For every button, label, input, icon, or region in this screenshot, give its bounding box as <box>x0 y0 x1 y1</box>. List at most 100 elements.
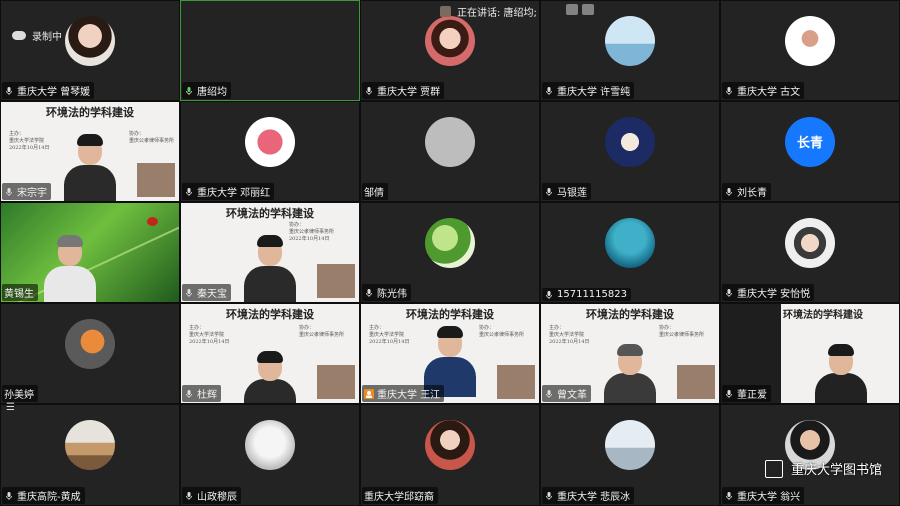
ladybug-image <box>147 217 158 226</box>
microphone-icon <box>726 86 732 95</box>
participant-tile[interactable]: 环境法的学科建设 主办： 重庆大学法学院 2022年10月14日 协办： 重庆公… <box>0 101 180 202</box>
microphone-icon <box>186 491 192 500</box>
participant-nameplate: 重庆大学 曾琴媛 <box>2 82 95 99</box>
recording-label: 录制中 <box>32 32 62 43</box>
participant-tile[interactable]: 重庆大学 邓丽红 <box>180 101 360 202</box>
participant-tile[interactable]: 环境法的学科建设 主办： 重庆大学法学院 2022年10月14日 协办： 重庆公… <box>360 303 540 404</box>
participant-tile[interactable]: 环境法的学科建设 主办： 重庆大学法学院 2022年10月14日 协办： 重庆公… <box>540 303 720 404</box>
microphone-icon <box>726 187 732 196</box>
participant-name: 重庆大学 曾琴媛 <box>17 87 91 98</box>
slide-title: 环境法的学科建设 <box>783 310 863 321</box>
participant-tile[interactable]: 重庆高院-黄成 <box>0 404 180 506</box>
participant-tile[interactable]: 15711115823 <box>540 202 720 303</box>
avatar-initials: 长青 <box>785 116 835 167</box>
slide-host-label: 主办： <box>189 325 205 331</box>
avatar <box>245 116 295 167</box>
active-speaker-banner: 正在讲话: 唐绍均; <box>440 4 537 19</box>
avatar <box>425 217 475 268</box>
participant-nameplate: 15711115823 <box>542 288 631 301</box>
slide-host: 重庆大学法学院 <box>189 332 225 338</box>
participant-tile[interactable]: 环境法的学科建设 主办： 重庆大学法学院 2022年10月14日 协办： 重庆公… <box>180 303 360 404</box>
participant-name: 唐绍均 <box>197 87 227 98</box>
layout-icon[interactable] <box>566 4 578 15</box>
microphone-icon <box>6 491 12 500</box>
slide-date: 2022年10月14日 <box>9 145 50 151</box>
participant-tile[interactable]: 重庆大学 许雪纯 <box>540 0 720 101</box>
participant-nameplate: 董正爱 <box>722 385 771 402</box>
participant-nameplate: 曾文革 <box>542 385 591 402</box>
recording-indicator[interactable]: 录制中 <box>12 28 62 43</box>
building-image <box>317 365 355 399</box>
back-icon[interactable] <box>582 4 594 15</box>
participant-tile[interactable]: 山政穆辰 <box>180 404 360 506</box>
microphone-icon <box>186 187 192 196</box>
participant-name: 重庆大学 悲辰冰 <box>557 492 631 503</box>
avatar <box>65 318 115 369</box>
participant-nameplate: 陈光伟 <box>362 284 411 301</box>
avatar <box>785 217 835 268</box>
participant-nameplate: 重庆大学 翁兴 <box>722 487 805 504</box>
participant-nameplate: 邹倩 <box>362 183 388 200</box>
participant-tile[interactable]: 重庆大学 曾琴媛 <box>0 0 180 101</box>
participant-tile[interactable]: 马银莲 <box>540 101 720 202</box>
video-grid: 重庆大学 曾琴媛 唐绍均 重庆大学 贾群 重庆大学 许雪纯 重庆大学 古文 环境… <box>0 0 900 506</box>
slide-co-label: 协办： <box>289 222 305 228</box>
watermark-text: 重庆大学图书馆 <box>790 463 882 478</box>
participant-tile[interactable]: 孙美婷 <box>0 303 180 404</box>
building-image <box>137 163 175 197</box>
microphone-icon <box>726 389 732 398</box>
participant-nameplate: 刘长青 <box>722 183 771 200</box>
microphone-icon <box>6 187 12 196</box>
cloud-icon <box>12 31 26 40</box>
participant-name: 杜辉 <box>197 390 217 401</box>
slide-date: 2022年10月14日 <box>369 339 410 345</box>
microphone-icon <box>366 288 372 297</box>
participant-nameplate: 杜辉 <box>182 385 221 402</box>
building-image <box>317 264 355 298</box>
microphone-icon <box>546 290 552 299</box>
microphone-icon <box>186 86 192 95</box>
speaking-label: 正在讲话: 唐绍均; <box>457 8 537 19</box>
participant-tile[interactable]: 环境法的学科建设 协办： 重庆公孝律师事务所 2022年10月14日 秦天宝 <box>180 202 360 303</box>
participant-tile[interactable]: 长青 刘长青 <box>720 101 900 202</box>
slide-date: 2022年10月14日 <box>549 339 590 345</box>
microphone-icon <box>546 389 552 398</box>
slide-host: 重庆大学法学院 <box>549 332 585 338</box>
participant-name: 重庆大学 安怡悦 <box>737 289 811 300</box>
avatar <box>425 15 475 66</box>
slide-co: 重庆公孝律师事务所 <box>659 332 705 338</box>
participant-tile[interactable]: 环境法的学科建设 董正爱 <box>720 303 900 404</box>
view-controls <box>566 4 594 15</box>
participant-tile[interactable]: 重庆大学 翁兴 <box>720 404 900 506</box>
avatar <box>605 15 655 66</box>
microphone-icon <box>186 288 192 297</box>
participant-tile[interactable]: 陈光伟 <box>360 202 540 303</box>
participant-tile[interactable]: 邹倩 <box>360 101 540 202</box>
participant-nameplate: 孙美婷 <box>2 385 38 402</box>
slide-host-label: 主办： <box>369 325 385 331</box>
participant-tile[interactable]: 重庆大学邱窈裔 <box>360 404 540 506</box>
participant-name: 重庆大学 古文 <box>737 87 801 98</box>
person-video <box>600 343 660 403</box>
participant-tile-active-speaker[interactable]: 唐绍均 <box>180 0 360 101</box>
avatar <box>65 15 115 66</box>
participant-name: 重庆大学 贾群 <box>377 87 441 98</box>
microphone-icon <box>546 86 552 95</box>
participant-tile[interactable]: 重庆大学 古文 <box>720 0 900 101</box>
microphone-icon <box>366 86 372 95</box>
person-video <box>40 232 100 302</box>
slide-co: 重庆公孝律师事务所 <box>479 332 525 338</box>
participant-name: 重庆大学 翁兴 <box>737 492 801 503</box>
participant-name: 重庆高院-黄成 <box>17 492 81 503</box>
participant-nameplate: 重庆大学 古文 <box>722 82 805 99</box>
microphone-icon <box>186 389 192 398</box>
list-icon[interactable]: ☰ <box>6 402 15 413</box>
slide-co-label: 协办： <box>299 325 315 331</box>
participant-tile[interactable]: 黄锡生 <box>0 202 180 303</box>
participant-tile[interactable]: 重庆大学 悲辰冰 <box>540 404 720 506</box>
participant-name: 宋宗宇 <box>17 188 47 199</box>
participant-tile[interactable]: 重庆大学 安怡悦 <box>720 202 900 303</box>
slide-co-label: 协办： <box>659 325 675 331</box>
participant-nameplate: 唐绍均 <box>182 82 231 99</box>
building-image <box>497 365 535 399</box>
